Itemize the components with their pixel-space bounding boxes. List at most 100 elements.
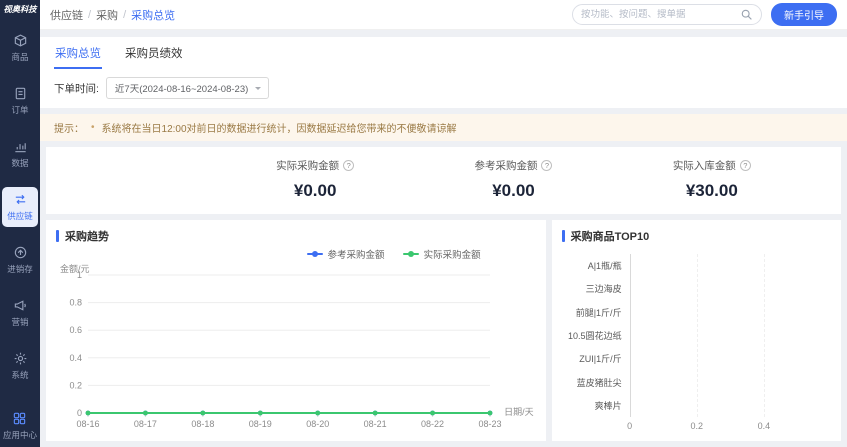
breadcrumb-item-current: 采购总览 — [131, 9, 176, 22]
app-grid-icon — [12, 411, 27, 426]
search-icon[interactable] — [740, 8, 753, 21]
svg-text:0.6: 0.6 — [69, 325, 82, 335]
stat-reference-purchase: 参考采购金额 ? ¥0.00 — [474, 158, 553, 201]
breadcrumb-separator: / — [123, 8, 127, 21]
order-time-filter-label: 下单时间: — [54, 82, 99, 95]
main-area: 供应链 / 采购 / 采购总览 新手引导 采购总览 采购员绩效 — [40, 0, 847, 447]
bar-gridline — [764, 254, 766, 417]
svg-text:0: 0 — [77, 408, 82, 418]
x-tick-label: 0.4 — [757, 421, 771, 431]
bar-category-label: 10.5圆花边纸 — [568, 330, 622, 341]
stat-label-row: 参考采购金额 ? — [474, 158, 553, 173]
sidebar-item-supply-chain[interactable]: 供应链 — [2, 186, 38, 227]
breadcrumb-item[interactable]: 采购 — [96, 7, 118, 23]
notice-bar: 提示： • 系统将在当日12:00对前日的数据进行统计，因数据延迟给您带来的不便… — [40, 114, 847, 141]
svg-text:08-16: 08-16 — [76, 419, 99, 429]
filter-row: 下单时间: 近7天(2024-08-16~2024-08-23) — [54, 69, 833, 108]
sidebar-item-label: 营销 — [11, 316, 29, 327]
x-tick-label: 0.2 — [690, 421, 703, 431]
sidebar-item-label: 商品 — [11, 51, 29, 62]
stat-label: 参考采购金额 — [474, 160, 538, 172]
sidebar-item-label: 系统 — [11, 369, 29, 380]
sidebar-item-label: 数据 — [11, 157, 29, 168]
bar-category-label: 前腿|1斤/斤 — [575, 307, 622, 318]
legend-label: 参考采购金额 — [327, 250, 385, 261]
svg-text:08-21: 08-21 — [364, 419, 387, 429]
tabs: 采购总览 采购员绩效 — [54, 39, 833, 69]
bar-category-label: A|1瓶/瓶 — [587, 261, 622, 272]
sidebar-item-goods[interactable]: 商品 — [2, 28, 38, 68]
topbar-right: 新手引导 — [572, 3, 837, 26]
charts-row: 采购趋势 参考采购金额 实际采购金额 金额/元 0 0.2 0.4 0.6 0.… — [46, 220, 841, 441]
search-input[interactable] — [581, 9, 740, 20]
stat-value: ¥0.00 — [492, 181, 535, 200]
line-chart-canvas: 0 0.2 0.4 0.6 0.8 1 08-16 08-17 08-18 08-19 08-20 0… — [56, 261, 536, 433]
topbar: 供应链 / 采购 / 采购总览 新手引导 — [40, 0, 847, 30]
svg-text:08-20: 08-20 — [306, 419, 329, 429]
sidebar-item-app-center[interactable]: 应用中心 — [3, 411, 37, 441]
sidebar-item-data[interactable]: 数据 — [2, 134, 38, 174]
stat-label-row: 实际入库金额 ? — [673, 158, 751, 173]
sidebar-item-marketing[interactable]: 营销 — [2, 293, 38, 333]
notice-bullet: • — [91, 122, 95, 133]
svg-text:08-17: 08-17 — [134, 419, 157, 429]
app-logo: 视奥科技 — [3, 4, 37, 14]
legend-item-actual[interactable]: 实际采购金额 — [402, 247, 481, 261]
breadcrumb-separator: / — [88, 8, 92, 21]
sidebar-item-system[interactable]: 系统 — [2, 346, 38, 386]
legend-item-reference[interactable]: 参考采购金额 — [306, 247, 385, 261]
chart-title: 采购商品TOP10 — [570, 231, 650, 243]
marketing-icon — [13, 298, 28, 313]
tab-buyer-performance[interactable]: 采购员绩效 — [124, 39, 184, 69]
date-range-select[interactable]: 近7天(2024-08-16~2024-08-23) — [105, 77, 270, 99]
sidebar: 视奥科技 商品订单数据供应链进销存营销系统 应用中心 — [0, 0, 40, 447]
sidebar-item-label: 供应链 — [7, 210, 33, 221]
supply-chain-icon — [13, 192, 28, 207]
notice-prefix: 提示： — [54, 124, 84, 135]
tabs-card: 采购总览 采购员绩效 下单时间: 近7天(2024-08-16~2024-08-… — [40, 37, 847, 108]
svg-text:08-22: 08-22 — [421, 419, 444, 429]
notice-text: 系统将在当日12:00对前日的数据进行统计，因数据延迟给您带来的不便敬请谅解 — [101, 124, 457, 135]
chart-title-row: 采购商品TOP10 — [561, 228, 831, 244]
box-icon — [13, 33, 28, 48]
x-axis-label: 日期/天 — [504, 407, 534, 417]
app-root: 视奥科技 商品 订单 数据 供应链 进销存 营销 系统 应用中心 供应链 / 采购 / 采购… — [0, 0, 847, 447]
stat-value: ¥0.00 — [293, 181, 337, 200]
sidebar-item-label: 订单 — [11, 104, 29, 115]
bar-category-label: 爽棒片 — [594, 400, 622, 411]
info-icon[interactable]: ? — [343, 160, 355, 171]
beginner-guide-button[interactable]: 新手引导 — [771, 3, 837, 26]
tab-purchase-overview[interactable]: 采购总览 — [54, 39, 102, 69]
order-icon — [13, 86, 28, 101]
svg-text:08-23: 08-23 — [478, 419, 501, 429]
info-icon[interactable]: ? — [739, 160, 751, 171]
page-content: 采购总览 采购员绩效 下单时间: 近7天(2024-08-16~2024-08-… — [40, 30, 847, 447]
svg-text:0.2: 0.2 — [69, 380, 82, 390]
svg-text:0.8: 0.8 — [69, 298, 82, 308]
breadcrumb-item[interactable]: 供应链 — [50, 7, 83, 23]
stat-actual-inbound: 实际入库金额 ? ¥30.00 — [673, 158, 751, 201]
chart-title-row: 采购趋势 — [56, 228, 536, 244]
chart-title: 采购趋势 — [65, 231, 109, 243]
bar-x-axis: 0 0.2 0.4 — [627, 417, 831, 433]
x-tick-label: 0 — [627, 421, 633, 431]
breadcrumb: 供应链 / 采购 / 采购总览 — [50, 7, 175, 23]
bar-category-labels: A|1瓶/瓶 三边海皮 前腿|1斤/斤 10.5圆花边纸 ZUI|1斤/斤 蓝皮猪肚尖 爽棒… — [562, 254, 630, 417]
svg-text:08-18: 08-18 — [191, 419, 214, 429]
sidebar-item-inventory[interactable]: 进销存 — [2, 240, 38, 280]
global-search[interactable] — [572, 4, 762, 25]
sidebar-item-orders[interactable]: 订单 — [2, 81, 38, 121]
stat-value: ¥30.00 — [685, 181, 738, 200]
stats-card: 实际采购金额 ? ¥0.00 参考采购金额 ? ¥0.00 实际入库金额 ? ¥… — [46, 147, 841, 214]
title-accent-bar — [56, 230, 59, 242]
purchase-trend-card: 采购趋势 参考采购金额 实际采购金额 金额/元 0 0.2 0.4 0.6 0.… — [46, 220, 546, 441]
chart-legend: 参考采购金额 实际采购金额 — [56, 247, 536, 261]
title-accent-bar — [561, 230, 565, 242]
bar-category-label: 蓝皮猪肚尖 — [576, 377, 622, 388]
legend-marker-icon — [402, 253, 419, 255]
data-icon — [13, 139, 28, 154]
bar-chart-body: A|1瓶/瓶 三边海皮 前腿|1斤/斤 10.5圆花边纸 ZUI|1斤/斤 蓝皮猪肚尖 爽棒… — [562, 254, 831, 417]
bar-category-label: ZUI|1斤/斤 — [579, 354, 622, 365]
stat-label-row: 实际采购金额 ? — [276, 158, 355, 173]
info-icon[interactable]: ? — [541, 160, 553, 171]
